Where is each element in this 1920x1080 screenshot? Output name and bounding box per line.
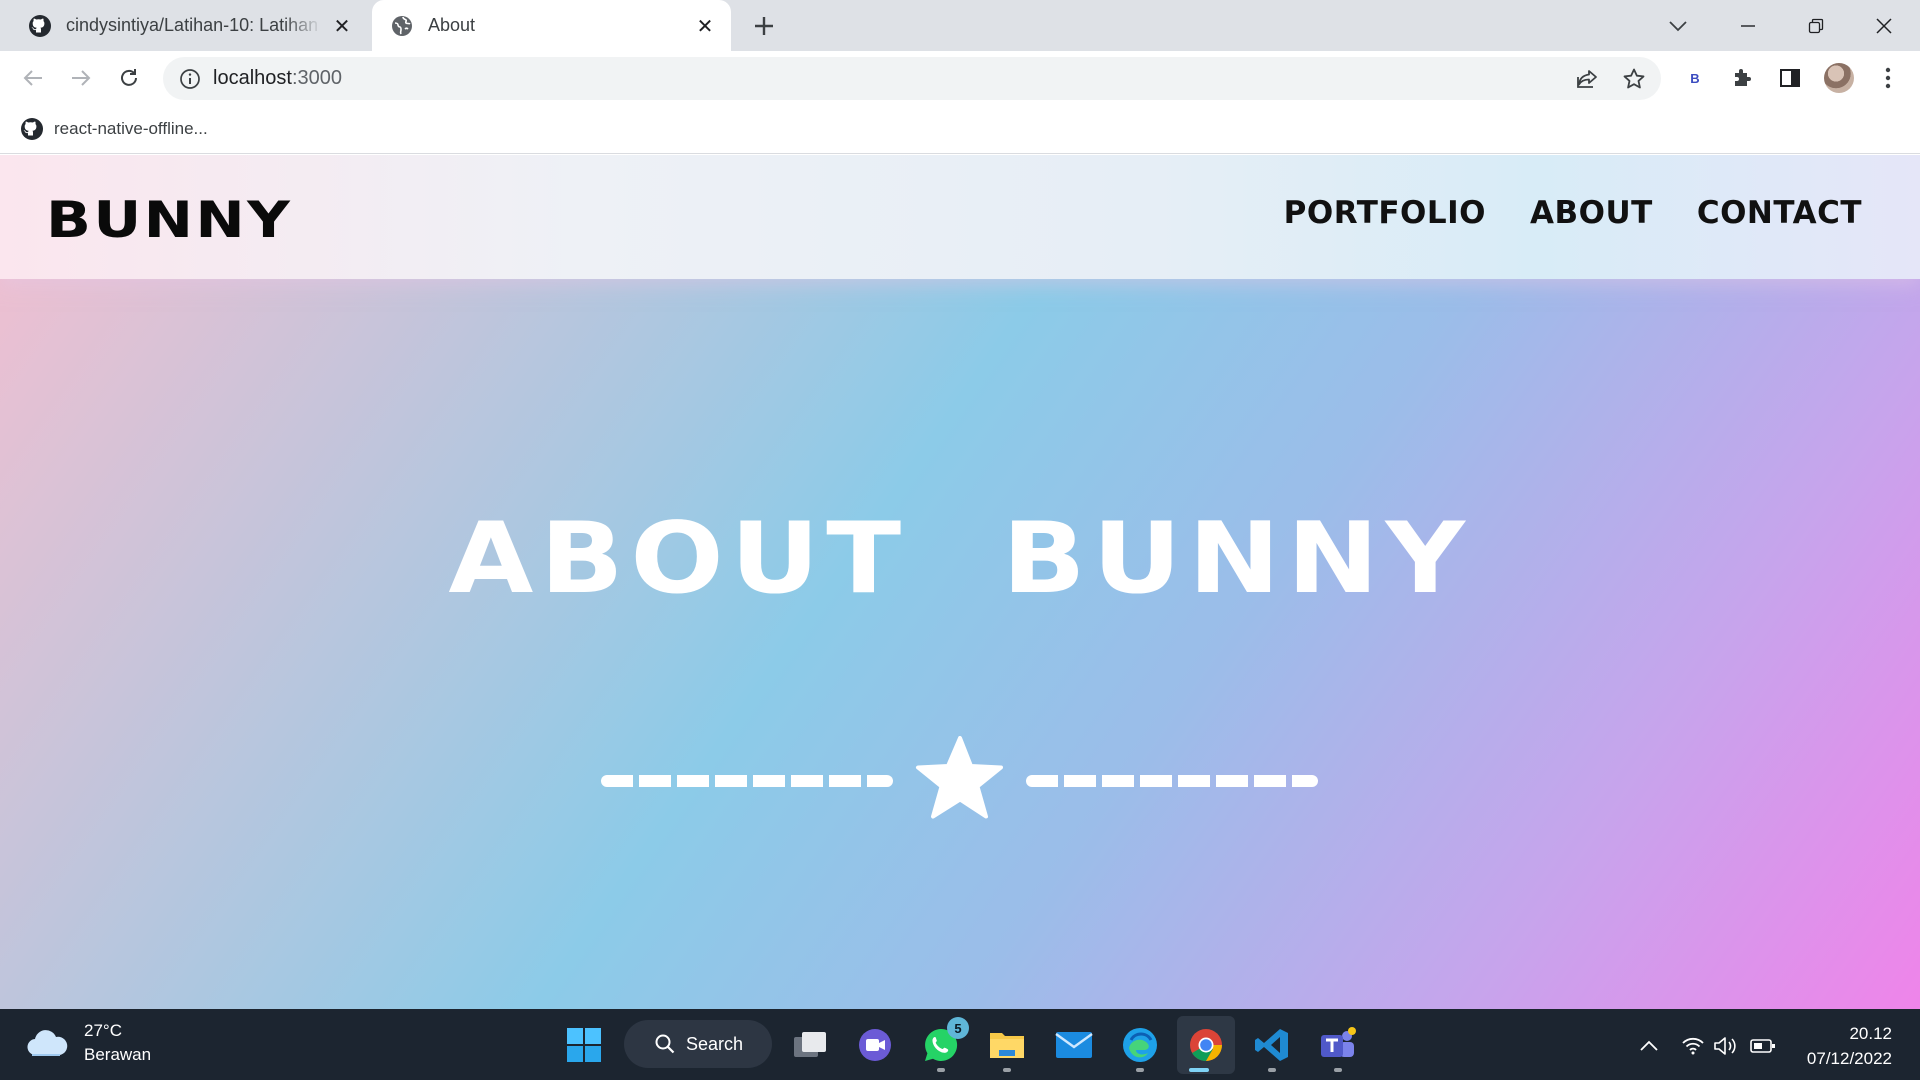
url-text: localhost:3000	[213, 67, 342, 90]
divider-line-right	[1026, 775, 1318, 787]
nav-link-about[interactable]: ABOUT	[1530, 195, 1653, 231]
close-tab-icon[interactable]: ✕	[693, 14, 717, 38]
star-divider	[0, 730, 1920, 830]
browser-toolbar: localhost:3000 B	[0, 51, 1920, 105]
running-indicator	[1334, 1068, 1342, 1072]
address-bar[interactable]: localhost:3000	[163, 57, 1661, 100]
weather-temp: 27°C	[84, 1021, 122, 1040]
volume-icon[interactable]	[1712, 1033, 1738, 1059]
forward-button[interactable]	[64, 61, 98, 95]
close-tab-icon[interactable]: ✕	[330, 14, 354, 38]
globe-icon	[390, 14, 414, 38]
vscode-icon[interactable]	[1250, 1023, 1294, 1072]
teams-icon[interactable]	[1316, 1023, 1360, 1072]
start-icon[interactable]	[562, 1023, 606, 1067]
more-menu-icon[interactable]	[1874, 64, 1902, 92]
running-indicator	[1268, 1068, 1276, 1072]
mail-icon[interactable]	[1052, 1023, 1096, 1067]
tab-search-icon[interactable]	[1660, 8, 1696, 44]
restore-icon[interactable]	[1798, 8, 1834, 44]
tab-title: cindysintiya/Latihan-10: Latihan M	[66, 15, 322, 35]
close-window-icon[interactable]	[1866, 8, 1902, 44]
chevron-up-icon[interactable]	[1636, 1033, 1662, 1059]
meet-icon[interactable]	[853, 1023, 897, 1067]
extensions-puzzle-icon[interactable]	[1729, 64, 1757, 92]
bookmark-label: react-native-offline...	[54, 119, 208, 138]
clock-time: 20.12	[1849, 1024, 1892, 1043]
running-indicator	[1189, 1068, 1209, 1072]
tab-title: About	[428, 15, 476, 35]
battery-icon[interactable]	[1750, 1033, 1776, 1059]
profile-avatar[interactable]	[1824, 63, 1854, 93]
page-content: BUNNY PORTFOLIO ABOUT CONTACT ABOUT BUNN…	[0, 155, 1920, 1009]
task-view-icon[interactable]	[788, 1023, 832, 1067]
taskbar: 27°C Berawan Search 5 20.12 07/12/2022	[0, 1009, 1920, 1080]
extension-label: B	[1690, 70, 1700, 86]
wifi-icon[interactable]	[1680, 1033, 1706, 1059]
bookmark-star-icon[interactable]	[1621, 66, 1647, 92]
search-label: Search	[686, 1033, 744, 1054]
search-icon	[655, 1034, 675, 1054]
running-indicator	[1136, 1068, 1144, 1072]
taskbar-search[interactable]: Search	[624, 1020, 772, 1068]
tab-github-repo[interactable]: cindysintiya/Latihan-10: Latihan M ✕	[0, 0, 368, 51]
nav-link-portfolio[interactable]: PORTFOLIO	[1284, 195, 1486, 231]
site-logo[interactable]: BUNNY	[46, 191, 292, 249]
whatsapp-icon[interactable]: 5	[919, 1017, 969, 1072]
file-explorer-icon[interactable]	[985, 1023, 1029, 1072]
minimize-icon[interactable]	[1730, 8, 1766, 44]
weather-condition: Berawan	[84, 1045, 152, 1064]
running-indicator	[937, 1068, 945, 1072]
url-host: localhost	[213, 67, 292, 89]
divider-line-left	[601, 775, 893, 787]
weather-widget[interactable]: 27°C Berawan	[26, 1019, 151, 1067]
bookmarks-bar: react-native-offline...	[0, 105, 1920, 154]
extension-b-icon[interactable]: B	[1681, 64, 1709, 92]
tab-about[interactable]: About ✕	[372, 0, 731, 51]
back-button[interactable]	[16, 61, 50, 95]
github-icon	[28, 14, 52, 38]
new-tab-button[interactable]	[748, 10, 780, 42]
star-icon	[916, 736, 1003, 819]
edge-icon[interactable]	[1118, 1023, 1162, 1072]
github-icon	[20, 117, 44, 141]
nav-link-contact[interactable]: CONTACT	[1697, 195, 1862, 231]
url-port: :3000	[291, 67, 342, 89]
site-menu: PORTFOLIO ABOUT CONTACT	[1284, 195, 1862, 231]
share-icon[interactable]	[1574, 66, 1600, 92]
site-navbar: BUNNY PORTFOLIO ABOUT CONTACT	[0, 155, 1920, 279]
whatsapp-badge: 5	[947, 1017, 969, 1039]
reload-button[interactable]	[112, 61, 146, 95]
chrome-icon[interactable]	[1177, 1016, 1235, 1074]
tab-strip: cindysintiya/Latihan-10: Latihan M ✕ Abo…	[0, 0, 1920, 51]
site-info-icon[interactable]	[179, 68, 201, 90]
cloud-icon	[27, 1030, 68, 1056]
hero-title: ABOUT BUNNY	[448, 502, 1472, 616]
side-panel-icon[interactable]	[1776, 64, 1804, 92]
clock-date: 07/12/2022	[1806, 1049, 1892, 1068]
running-indicator	[1003, 1068, 1011, 1072]
bookmark-item[interactable]: react-native-offline...	[20, 117, 208, 141]
system-clock[interactable]: 20.12 07/12/2022	[1807, 1021, 1892, 1071]
